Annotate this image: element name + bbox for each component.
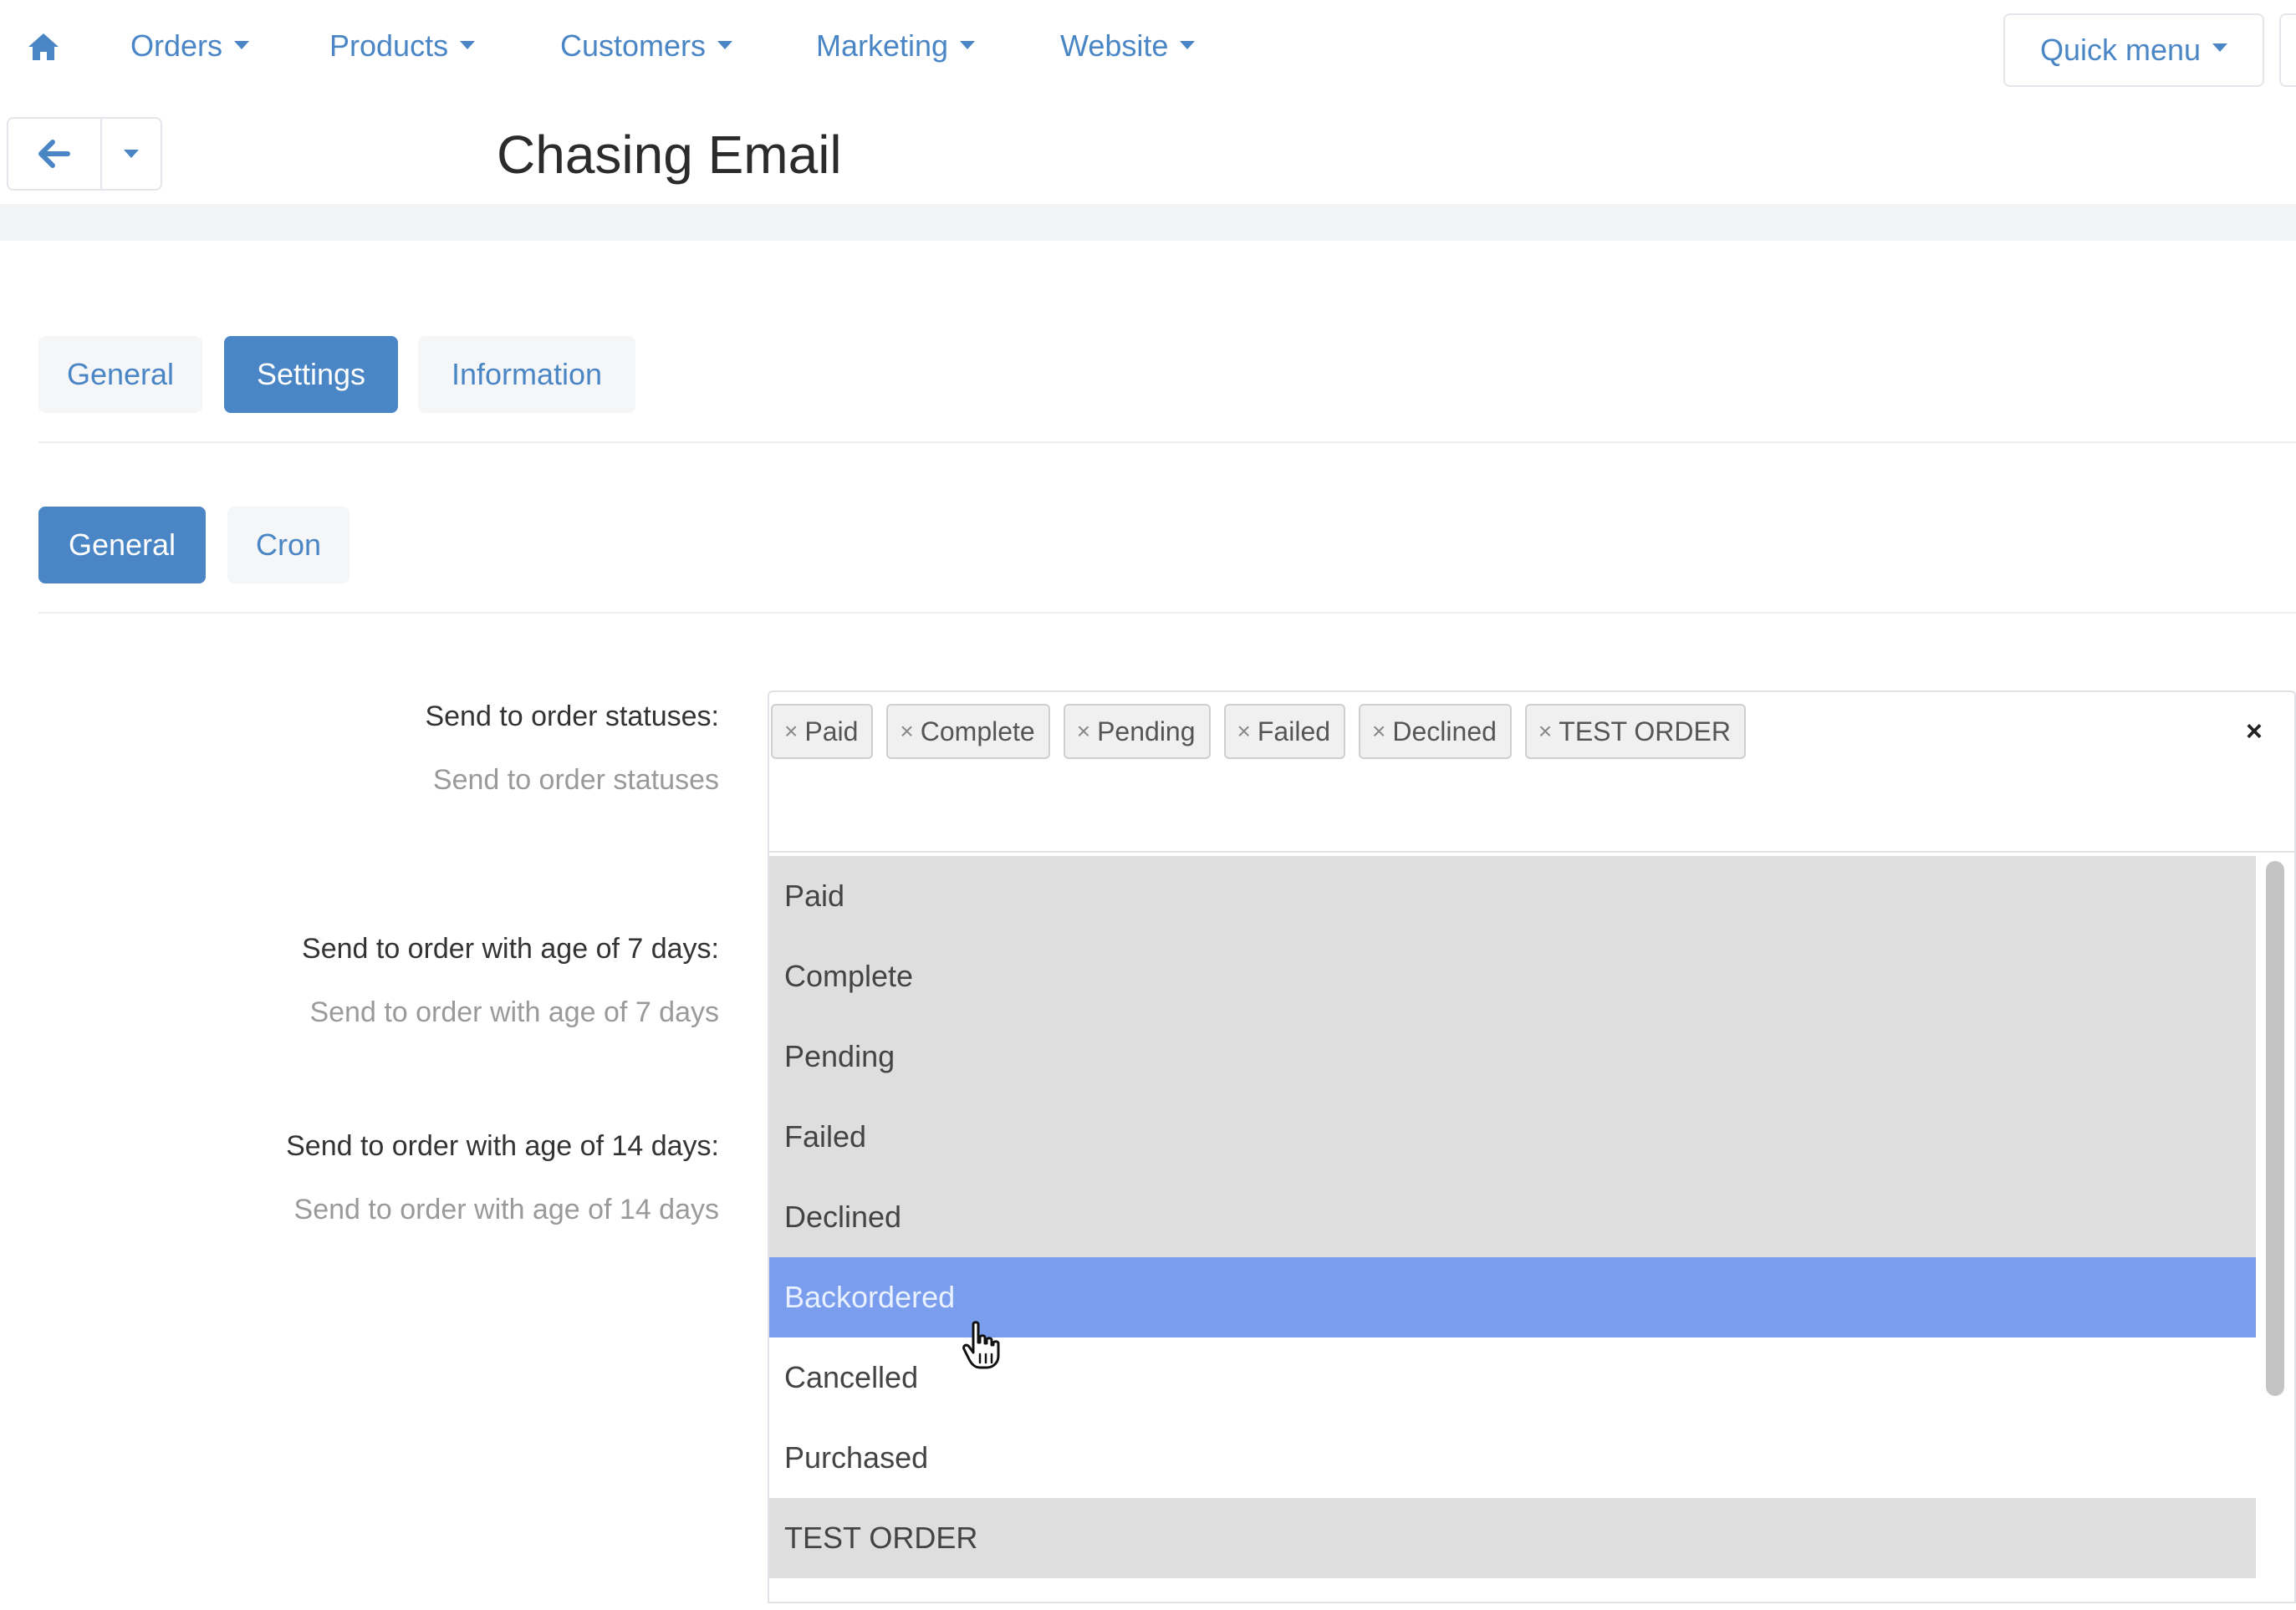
status-tag[interactable]: × Declined	[1359, 704, 1512, 759]
status-tag-label: Declined	[1392, 716, 1497, 746]
caret-down-icon	[124, 150, 139, 158]
selected-tags: × Paid × Complete × Pending × Failed × Declined × T…	[771, 704, 1746, 759]
hand-cursor-icon	[962, 1321, 1002, 1369]
arrow-left-icon	[38, 140, 70, 168]
nav-marketing-label: Marketing	[816, 28, 949, 63]
back-button-group	[7, 117, 162, 191]
status-tag-label: Pending	[1097, 716, 1196, 746]
status-tag[interactable]: × Failed	[1223, 704, 1346, 759]
subtab-general[interactable]: General	[38, 507, 206, 583]
title-bar: Chasing Email	[0, 105, 2296, 204]
top-navigation: Orders Products Customers Marketing Webs…	[0, 0, 2296, 100]
caret-down-icon	[460, 41, 476, 50]
status-tag[interactable]: × Pending	[1063, 704, 1211, 759]
caret-down-icon	[717, 41, 733, 50]
dropdown-scrollbar-thumb[interactable]	[2266, 861, 2284, 1396]
caret-down-icon	[960, 41, 976, 50]
clear-selection-icon[interactable]: ×	[2246, 716, 2263, 748]
nav-products-label: Products	[329, 28, 449, 63]
tab-general[interactable]: General	[38, 336, 202, 413]
status-dropdown-list: TEST ORDER Purchased Cancelled Backordered D…	[768, 851, 2296, 1603]
nav-products[interactable]: Products	[329, 28, 476, 64]
tag-remove-icon[interactable]: ×	[784, 718, 798, 745]
status-tag-label: Failed	[1257, 716, 1331, 746]
status-tag-label: Complete	[920, 716, 1035, 746]
tab-information[interactable]: Information	[418, 336, 635, 413]
status-option[interactable]: Failed	[769, 1097, 2256, 1177]
back-dropdown-button[interactable]	[102, 119, 161, 189]
subtab-cron[interactable]: Cron	[227, 507, 350, 583]
subtab-cron-label: Cron	[255, 527, 322, 562]
tab-general-label: General	[66, 357, 175, 391]
tag-remove-icon[interactable]: ×	[1077, 718, 1090, 745]
statuses-hint: Send to order statuses	[432, 764, 719, 796]
status-tag[interactable]: × Paid	[771, 704, 874, 759]
age7-hint: Send to order with age of 7 days	[309, 996, 719, 1028]
status-option[interactable]: Pending	[769, 1016, 2256, 1097]
status-option[interactable]: Paid	[769, 856, 2256, 936]
nav-orders-label: Orders	[130, 28, 223, 63]
subtabs-divider	[38, 612, 2296, 614]
header-separator	[0, 204, 2296, 241]
tabs-divider	[38, 441, 2296, 443]
nav-customers[interactable]: Customers	[560, 28, 733, 64]
status-tag-label: TEST ORDER	[1559, 716, 1731, 746]
status-option[interactable]: TEST ORDER	[769, 1498, 2256, 1578]
subtab-general-label: General	[68, 527, 176, 562]
status-option[interactable]: Declined	[769, 1177, 2256, 1257]
tag-remove-icon[interactable]: ×	[1372, 718, 1385, 745]
tab-settings-label: Settings	[256, 357, 366, 391]
status-tag[interactable]: × Complete	[886, 704, 1050, 759]
statuses-label: Send to order statuses:	[425, 701, 719, 732]
caret-down-icon	[234, 41, 250, 50]
nav-website-label: Website	[1060, 28, 1169, 63]
caret-down-icon	[2212, 43, 2228, 52]
status-option[interactable]: Complete	[769, 936, 2256, 1016]
page-title: Chasing Email	[497, 125, 842, 185]
nav-marketing[interactable]: Marketing	[816, 28, 976, 64]
status-option[interactable]: Purchased	[769, 1418, 2256, 1498]
nav-customers-label: Customers	[560, 28, 707, 63]
tag-remove-icon[interactable]: ×	[1237, 718, 1251, 745]
caret-down-icon	[1180, 41, 1196, 50]
next-toolbar-button[interactable]	[2279, 13, 2296, 87]
status-tag[interactable]: × TEST ORDER	[1524, 704, 1746, 759]
tag-remove-icon[interactable]: ×	[1538, 718, 1552, 745]
nav-orders[interactable]: Orders	[130, 28, 250, 64]
age14-hint: Send to order with age of 14 days	[293, 1194, 719, 1225]
status-tag-label: Paid	[804, 716, 859, 746]
home-icon[interactable]	[27, 32, 60, 62]
quick-menu-label: Quick menu	[2039, 33, 2202, 67]
age14-label: Send to order with age of 14 days:	[286, 1130, 719, 1162]
quick-menu-button[interactable]: Quick menu	[2003, 13, 2264, 87]
nav-website[interactable]: Website	[1060, 28, 1196, 64]
tag-remove-icon[interactable]: ×	[900, 718, 913, 745]
back-button[interactable]	[8, 119, 102, 189]
age7-label: Send to order with age of 7 days:	[302, 933, 719, 965]
tab-information-label: Information	[451, 357, 603, 391]
tab-settings[interactable]: Settings	[224, 336, 398, 413]
